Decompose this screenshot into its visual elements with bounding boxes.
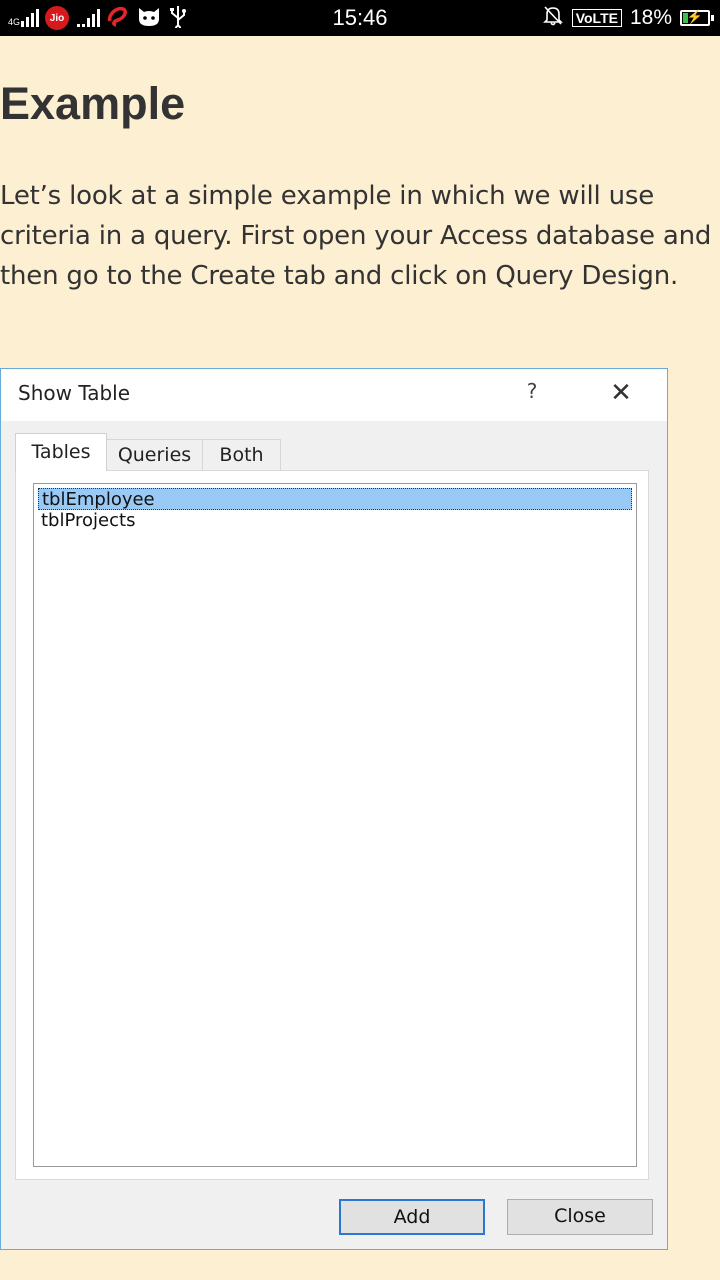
tab-queries[interactable]: Queries (107, 439, 203, 471)
battery-charging-icon: ⚡ (680, 9, 714, 26)
battery-percent: 18% (629, 6, 672, 29)
dialog-titlebar: Show Table ? ✕ (1, 369, 667, 421)
show-table-dialog: Show Table ? ✕ Tables Queries Both tblEm… (0, 368, 668, 1250)
status-bar: 4G Jio 15:46 VoLTE 18% ⚡ (0, 0, 720, 36)
list-item-tblemployee[interactable]: tblEmployee (38, 488, 632, 510)
table-list[interactable]: tblEmployee tblProjects (33, 483, 637, 1167)
article-paragraph: Let’s look at a simple example in which … (0, 181, 712, 291)
close-icon[interactable]: ✕ (607, 377, 635, 409)
tab-tables[interactable]: Tables (15, 433, 107, 471)
help-icon[interactable]: ? (521, 379, 543, 409)
bell-off-icon (542, 4, 564, 32)
volte-badge: VoLTE (571, 9, 622, 27)
status-bar-right: VoLTE 18% ⚡ (542, 4, 714, 32)
tab-both[interactable]: Both (203, 439, 281, 471)
page-title: Example (0, 78, 186, 129)
list-item-tblprojects[interactable]: tblProjects (38, 510, 632, 532)
close-button[interactable]: Close (507, 1199, 653, 1235)
dialog-title: Show Table (18, 381, 131, 405)
add-button[interactable]: Add (339, 1199, 485, 1235)
